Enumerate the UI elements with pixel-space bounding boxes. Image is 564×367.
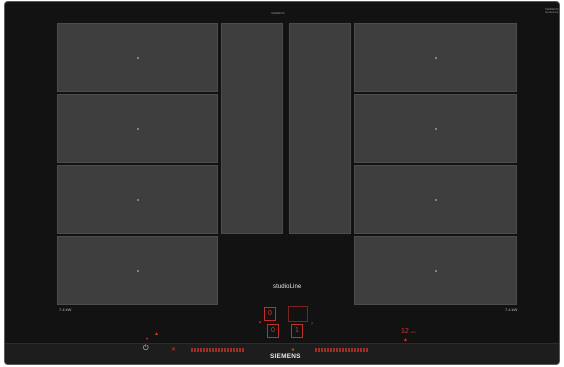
- slider-tick[interactable]: [336, 348, 338, 352]
- slider-tick[interactable]: [342, 348, 344, 352]
- cooking-zone-left-1[interactable]: [57, 23, 218, 92]
- cooking-zone-right-3[interactable]: [354, 165, 517, 234]
- cooking-zone-right-1[interactable]: [354, 23, 517, 92]
- slider-tick[interactable]: [363, 348, 365, 352]
- slider-tick[interactable]: [366, 348, 368, 352]
- lock-indicator-icon: ▪: [259, 320, 262, 326]
- slider-tick[interactable]: [200, 348, 202, 352]
- top-brand-mark: SIEMENS: [271, 11, 285, 15]
- power-slider-left[interactable]: [191, 348, 244, 352]
- timer-value: 12: [401, 328, 409, 335]
- slider-tick[interactable]: [218, 348, 220, 352]
- zone-display-bottom-right[interactable]: 1: [291, 324, 303, 338]
- slider-tick[interactable]: [236, 348, 238, 352]
- slider-tick[interactable]: [360, 348, 362, 352]
- slider-tick[interactable]: [224, 348, 226, 352]
- zone-center-dot: [136, 127, 139, 130]
- slider-tick[interactable]: [333, 348, 335, 352]
- slider-tick[interactable]: [357, 348, 359, 352]
- power-label-left: 7.4 kW: [59, 307, 72, 312]
- slider-tick[interactable]: [239, 348, 241, 352]
- cooking-zone-left-4[interactable]: [57, 236, 218, 305]
- slider-tick[interactable]: [348, 348, 350, 352]
- zone-center-dot: [434, 198, 437, 201]
- power-label-right: 7.4 kW: [505, 307, 518, 312]
- slider-tick[interactable]: [221, 348, 223, 352]
- zone-center-dot: [136, 198, 139, 201]
- zone-center-dot: [136, 56, 139, 59]
- cooktop-surface: SIEMENS SIEMENS studioLine 7.4 kW 7.4 kW…: [4, 1, 560, 365]
- slider-tick[interactable]: [227, 348, 229, 352]
- zone-display-top-digit: 0: [268, 310, 272, 317]
- arrow-right-icon[interactable]: ›: [311, 321, 313, 327]
- slider-tick[interactable]: [327, 348, 329, 352]
- cooking-zone-right-2[interactable]: [354, 94, 517, 163]
- slider-tick[interactable]: [194, 348, 196, 352]
- zone-center-dot: [434, 269, 437, 272]
- slider-tick[interactable]: [321, 348, 323, 352]
- studioline-label: studioLine: [273, 284, 302, 290]
- slider-tick[interactable]: [330, 348, 332, 352]
- slider-tick[interactable]: [191, 348, 193, 352]
- zone-display-bottom-left[interactable]: 0: [267, 324, 279, 338]
- power-slider-right[interactable]: [315, 348, 368, 352]
- slider-tick[interactable]: [242, 348, 244, 352]
- power-icon[interactable]: ⏻: [143, 345, 149, 353]
- timer-display[interactable]: 12 min: [401, 328, 416, 335]
- arrow-up-icon[interactable]: ▴: [155, 331, 158, 337]
- slider-tick[interactable]: [339, 348, 341, 352]
- slider-tick[interactable]: [215, 348, 217, 352]
- brand-logo: SIEMENS: [270, 353, 301, 360]
- timer-unit: min: [410, 330, 416, 334]
- cooking-zone-center-left[interactable]: [221, 23, 283, 234]
- slider-tick[interactable]: [206, 348, 208, 352]
- cooking-zone-right-4[interactable]: [354, 236, 517, 305]
- slider-tick[interactable]: [318, 348, 320, 352]
- cooking-zone-left-2[interactable]: [57, 94, 218, 163]
- slider-tick[interactable]: [209, 348, 211, 352]
- slider-tick[interactable]: [324, 348, 326, 352]
- zone-display-bottom-left-digit: 0: [271, 327, 275, 334]
- slider-tick[interactable]: [354, 348, 356, 352]
- slider-tick[interactable]: [351, 348, 353, 352]
- top-right-label: SIEMENS studioLine: [545, 7, 559, 14]
- slider-tick[interactable]: [212, 348, 214, 352]
- zone-display-top[interactable]: 0: [264, 307, 276, 321]
- slider-tick[interactable]: [233, 348, 235, 352]
- minus-icon[interactable]: ✕: [171, 347, 176, 353]
- zone-center-dot: [136, 269, 139, 272]
- zone-display-top-right-frame: [288, 306, 308, 322]
- slider-tick[interactable]: [230, 348, 232, 352]
- slider-tick[interactable]: [315, 348, 317, 352]
- slider-tick[interactable]: [203, 348, 205, 352]
- cooking-zone-center-right[interactable]: [289, 23, 351, 234]
- slider-tick[interactable]: [345, 348, 347, 352]
- zone-display-bottom-right-digit: 1: [295, 327, 299, 334]
- zone-center-dot: [434, 127, 437, 130]
- cooking-zone-left-3[interactable]: [57, 165, 218, 234]
- zone-center-dot: [434, 56, 437, 59]
- slider-tick[interactable]: [197, 348, 199, 352]
